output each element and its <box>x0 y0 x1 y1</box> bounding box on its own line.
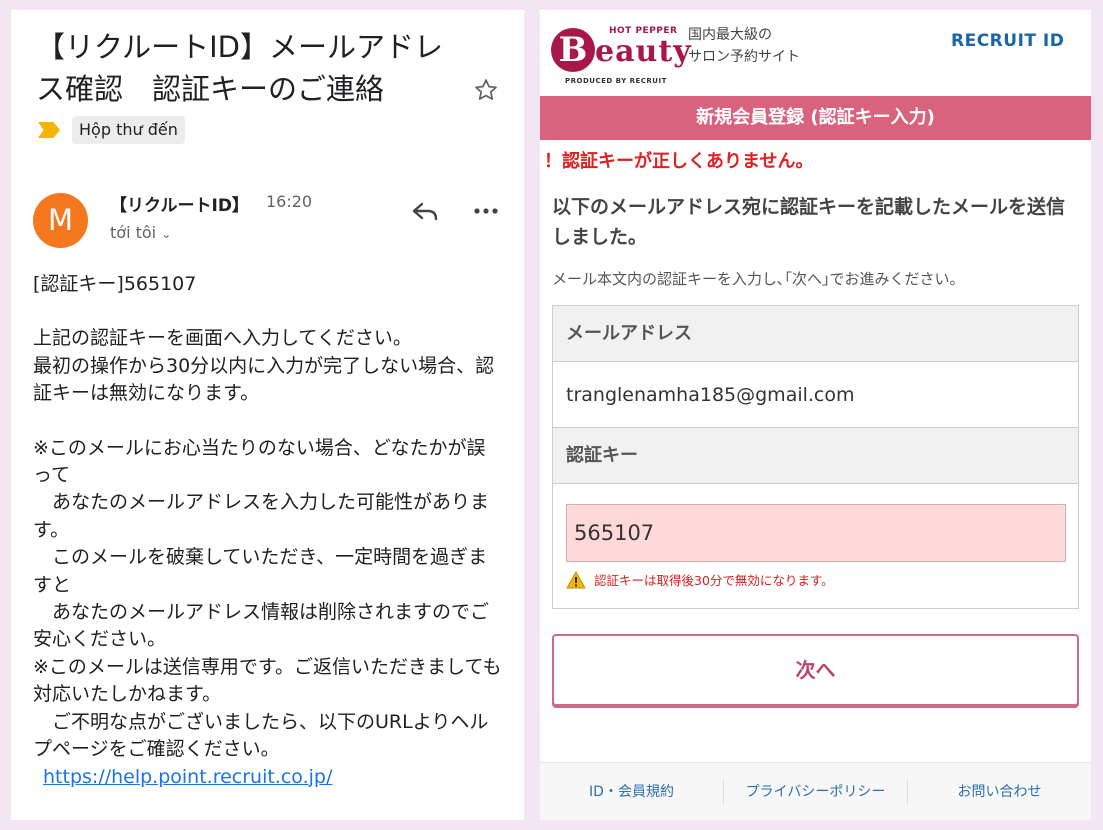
warning-icon <box>566 570 586 588</box>
page-title-bar: 新規会員登録 (認証キー入力) <box>540 96 1091 140</box>
next-button[interactable]: 次へ <box>552 634 1079 706</box>
hotpepper-beauty-logo[interactable]: B HOT PEPPER eauty PRODUCED BY RECRUIT <box>551 22 691 85</box>
email-panel: 【リクルートID】メールアドレス確認 認証キーのご連絡 Hộp thư đến … <box>11 10 524 820</box>
body-paragraph-1: 上記の認証キーを画面へ入力してください。 最初の操作から30分以内に入力が完了し… <box>33 327 495 405</box>
auth-key-input[interactable] <box>566 504 1066 562</box>
email-label: メールアドレス <box>553 306 1078 362</box>
recruit-id-text: RECRUIT ID <box>951 31 1065 51</box>
footer-privacy-link[interactable]: プライバシーポリシー <box>724 778 908 805</box>
inbox-label-chip[interactable]: Hộp thư đến <box>72 116 185 144</box>
logo-beauty: eauty <box>595 34 692 69</box>
body-paragraph-2: ※このメールにお心当たりのない場合、どなたかが誤って あなたのメールアドレスを入… <box>33 436 502 761</box>
site-footer: ID・会員規約 プライバシーポリシー お問い合わせ <box>540 762 1091 820</box>
email-value: tranglenamha185@gmail.com <box>553 362 1078 428</box>
recruit-id-logo: RECRUIT ID <box>951 31 1064 51</box>
more-horizontal-icon <box>474 208 498 214</box>
sent-message: 以下のメールアドレス宛に認証キーを記載したメールを送信しました。 <box>552 196 1066 248</box>
expiry-warning: 認証キーは取得後30分で無効になります。 <box>566 570 834 589</box>
reply-icon <box>412 202 438 221</box>
reply-button[interactable] <box>409 196 441 226</box>
auth-page-panel: B HOT PEPPER eauty PRODUCED BY RECRUIT 国… <box>540 10 1091 820</box>
logo-produced-by: PRODUCED BY RECRUIT <box>565 77 667 85</box>
email-subject: 【リクルートID】メールアドレス確認 認証キーのご連絡 <box>36 30 444 106</box>
auth-form: メールアドレス tranglenamha185@gmail.com 認証キー 認… <box>552 305 1079 609</box>
importance-marker-icon[interactable] <box>38 122 60 138</box>
sender-name: 【リクルートID】 <box>110 196 249 216</box>
message-time: 16:20 <box>266 192 313 211</box>
auth-key-line: [認証キー]565107 <box>33 273 197 295</box>
tagline-line-2: サロン予約サイト <box>688 49 800 65</box>
auth-key-label: 認証キー <box>553 428 1078 484</box>
site-tagline: 国内最大級の サロン予約サイト <box>688 24 800 68</box>
more-options-button[interactable] <box>470 196 502 226</box>
warning-text: 認証キーは取得後30分で無効になります。 <box>594 573 834 588</box>
logo-letter: B <box>551 28 595 72</box>
recipient-toggle[interactable]: tới tôi ⌄ <box>110 223 171 242</box>
star-outline-icon[interactable] <box>471 76 501 106</box>
recipient-label: tới tôi <box>110 223 157 242</box>
chevron-down-icon: ⌄ <box>161 227 172 241</box>
email-body: [認証キー]565107 上記の認証キーを画面へ入力してください。 最初の操作か… <box>33 271 503 791</box>
help-link[interactable]: https://help.point.recruit.co.jp/ <box>43 766 332 788</box>
sender-avatar[interactable]: M <box>33 193 88 248</box>
error-message: ！認証キーが正しくありません。 <box>544 151 814 172</box>
footer-contact-link[interactable]: お問い合わせ <box>908 779 1091 805</box>
footer-terms-link[interactable]: ID・会員規約 <box>540 778 724 805</box>
tagline-line-1: 国内最大級の <box>688 27 772 43</box>
instruction-note: メール本文内の認証キーを入力し､｢次へ｣でお進みください。 <box>552 270 965 288</box>
label-row: Hộp thư đến <box>38 116 185 144</box>
